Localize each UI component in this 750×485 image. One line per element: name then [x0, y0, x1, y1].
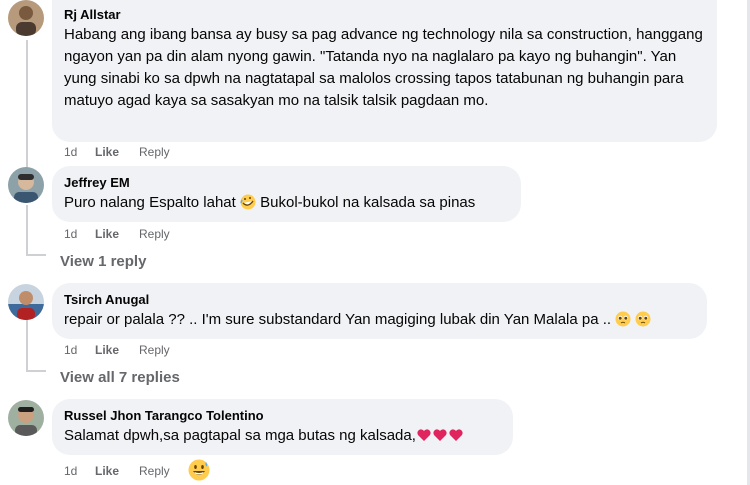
comment-author[interactable]: Rj Allstar: [64, 6, 705, 23]
reply-button[interactable]: Reply: [139, 463, 175, 479]
red-heart-icon: [448, 427, 464, 443]
comment-time[interactable]: 1d: [64, 226, 95, 242]
comment-author[interactable]: Jeffrey EM: [64, 174, 509, 191]
comment-bubble: Jeffrey EM Puro nalang Espalto lahat Buk…: [52, 166, 521, 222]
comment-text: Puro nalang Espalto lahat Bukol-bukol na…: [64, 192, 509, 214]
comment-time[interactable]: 1d: [64, 463, 95, 479]
reply-button[interactable]: Reply: [139, 144, 175, 160]
avatar[interactable]: [8, 400, 44, 436]
pleading-face-icon: [615, 311, 631, 327]
comment-bubble: Russel Jhon Tarangco Tolentino Salamat d…: [52, 399, 513, 455]
thread-line-1: [26, 40, 28, 182]
comment-actions: 1d Like Reply: [64, 342, 175, 358]
thread-line-3b: [26, 370, 46, 372]
avatar[interactable]: [8, 0, 44, 36]
comment-actions: 1d Like Reply: [64, 144, 175, 160]
view-replies-link[interactable]: View all 7 replies: [60, 368, 180, 388]
comment-bubble: Rj Allstar Habang ang ibang bansa ay bus…: [52, 0, 717, 142]
grinning-sweat-face-icon[interactable]: [188, 459, 210, 481]
avatar[interactable]: [8, 284, 44, 320]
comment-text-part: Salamat dpwh,sa pagtapal sa mga butas ng…: [64, 427, 416, 444]
comment-text-part: repair or palala ?? .. I'm sure substand…: [64, 311, 612, 328]
reply-button[interactable]: Reply: [139, 226, 175, 242]
comment-text: Salamat dpwh,sa pagtapal sa mga butas ng…: [64, 425, 501, 447]
like-button[interactable]: Like: [95, 463, 139, 479]
rolling-laughing-face-icon: [240, 194, 256, 210]
comment-text: repair or palala ?? .. I'm sure substand…: [64, 309, 695, 331]
pleading-face-icon: [635, 311, 651, 327]
reply-button[interactable]: Reply: [139, 342, 175, 358]
like-button[interactable]: Like: [95, 226, 139, 242]
red-heart-icon: [416, 427, 432, 443]
avatar[interactable]: [8, 167, 44, 203]
comment-author[interactable]: Russel Jhon Tarangco Tolentino: [64, 407, 501, 424]
comment-time[interactable]: 1d: [64, 144, 95, 160]
comment-text-part: Bukol-bukol na kalsada sa pinas: [260, 194, 476, 211]
comment-actions: 1d Like Reply: [64, 226, 175, 242]
like-button[interactable]: Like: [95, 144, 139, 160]
comment-author[interactable]: Tsirch Anugal: [64, 291, 695, 308]
comment-text: Habang ang ibang bansa ay busy sa pag ad…: [64, 26, 703, 109]
comment-bubble: Tsirch Anugal repair or palala ?? .. I'm…: [52, 283, 707, 339]
like-button[interactable]: Like: [95, 342, 139, 358]
red-heart-icon: [432, 427, 448, 443]
comment-text-part: Puro nalang Espalto lahat: [64, 194, 236, 211]
thread-line-2b: [26, 254, 46, 256]
comment-actions: 1d Like Reply: [64, 463, 175, 479]
thread-line-2: [26, 205, 28, 256]
view-replies-link[interactable]: View 1 reply: [60, 252, 146, 272]
comment-time[interactable]: 1d: [64, 342, 95, 358]
thread-line-3: [26, 320, 28, 372]
